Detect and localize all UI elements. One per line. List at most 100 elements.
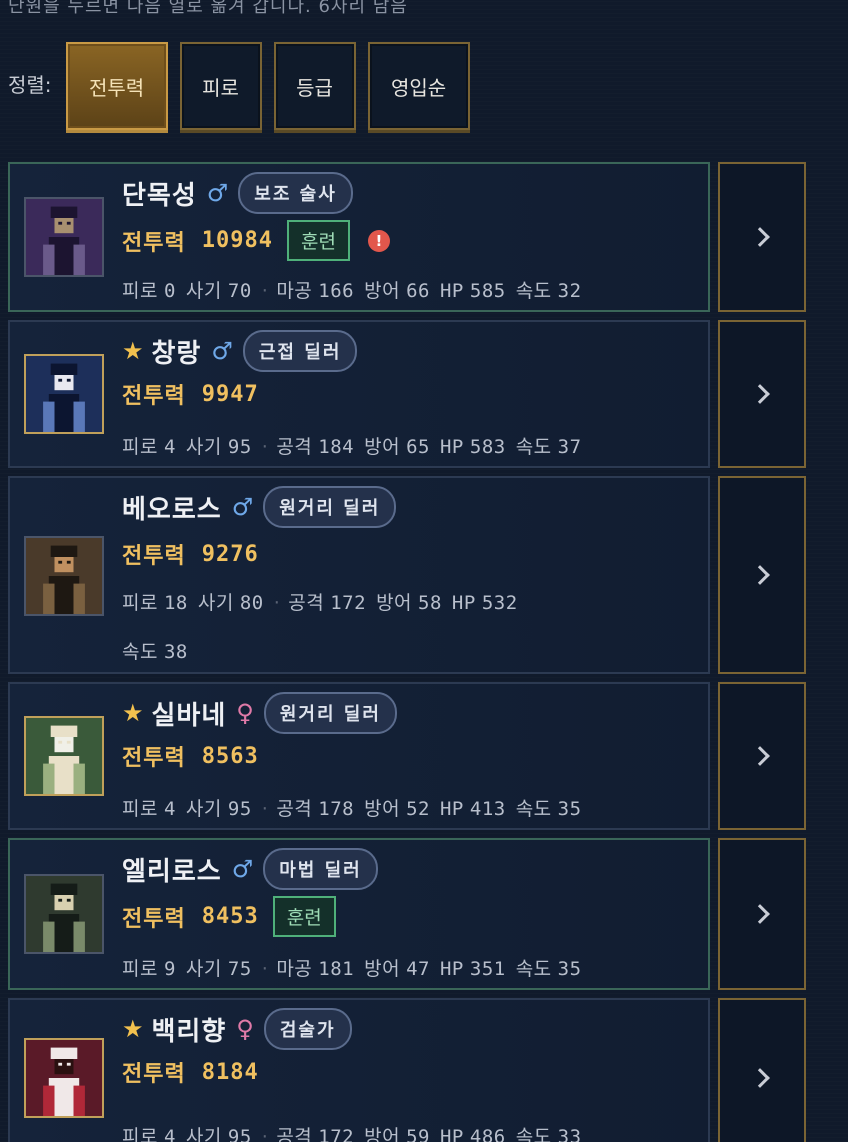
unit-card-changrang[interactable]: ★ 창랑 ♂ 근접 딜러 전투력 9947 피로 4 사기 95 · 공격 184 방어 65 H… bbox=[8, 320, 710, 468]
star-icon: ★ bbox=[122, 337, 144, 365]
power-label: 전투력 bbox=[122, 906, 186, 932]
unit-portrait bbox=[24, 1038, 104, 1118]
separator-dot: · bbox=[261, 958, 269, 980]
speed-value: 38 bbox=[163, 641, 188, 663]
morale-label: 사기 bbox=[185, 1126, 222, 1142]
hp-value: 583 bbox=[469, 436, 506, 458]
role-badge: 원거리 딜러 bbox=[263, 486, 397, 528]
unit-portrait bbox=[24, 354, 104, 434]
attack-label: 공격 bbox=[276, 436, 313, 458]
speed-label: 속도 bbox=[515, 958, 552, 980]
speed-value: 32 bbox=[557, 280, 582, 302]
speed-value: 33 bbox=[557, 1126, 582, 1142]
chevron-right-icon bbox=[750, 1068, 770, 1088]
gender-icon: ♂ bbox=[206, 179, 229, 207]
training-badge: 훈련 bbox=[272, 896, 336, 937]
unit-portrait bbox=[24, 716, 104, 796]
power-label: 전투력 bbox=[122, 746, 186, 771]
sort-button-recruit-order[interactable]: 영입순 bbox=[367, 42, 470, 130]
morale-value: 95 bbox=[227, 1126, 252, 1142]
speed-value: 35 bbox=[557, 958, 582, 980]
unit-card-baekrihyang[interactable]: ★ 백리향 ♀ 검술가 전투력 8184 피로 4 사기 95 · 공격 172 방어 59 HP… bbox=[8, 998, 710, 1142]
power-value: 8453 bbox=[201, 904, 259, 929]
fatigue-label: 피로 bbox=[122, 436, 158, 458]
move-unit-button-eliros[interactable] bbox=[718, 838, 806, 990]
separator-dot: · bbox=[261, 1126, 269, 1142]
hp-value: 486 bbox=[469, 1126, 506, 1142]
gender-icon: ♂ bbox=[231, 493, 254, 521]
power-value: 9947 bbox=[201, 381, 259, 407]
unit-portrait bbox=[24, 197, 104, 277]
unit-name-row: 베오로스 ♂ 원거리 딜러 bbox=[122, 486, 397, 528]
role-badge: 근접 딜러 bbox=[242, 330, 358, 372]
hint-text: 단원을 누르면 다음 열로 옮겨 갑니다. 6자리 남음 bbox=[8, 0, 408, 17]
separator-dot: · bbox=[261, 280, 269, 302]
sort-button-power[interactable]: 전투력 bbox=[65, 42, 168, 130]
unit-stats: 피로 0 사기 70 · 마공 166 방어 66 HP 585 속도 32 bbox=[122, 276, 592, 303]
fatigue-value: 4 bbox=[163, 798, 176, 820]
morale-value: 75 bbox=[227, 958, 252, 980]
move-unit-button-baekrihyang[interactable] bbox=[718, 998, 806, 1142]
hp-label: HP bbox=[451, 592, 476, 614]
unit-stats: 피로 4 사기 95 · 공격 178 방어 52 HP 413 속도 35 bbox=[122, 794, 592, 821]
fatigue-label: 피로 bbox=[122, 798, 158, 820]
defense-label: 방어 bbox=[364, 1126, 401, 1142]
attack-label: 마공 bbox=[276, 958, 313, 980]
fatigue-value: 9 bbox=[163, 958, 176, 980]
defense-value: 59 bbox=[406, 1126, 430, 1142]
unit-name: 단목성 bbox=[122, 180, 197, 211]
morale-label: 사기 bbox=[185, 798, 222, 820]
power-row: 전투력 8184 bbox=[122, 1056, 259, 1088]
unit-name: 창랑 bbox=[151, 338, 202, 369]
fatigue-label: 피로 bbox=[122, 958, 158, 980]
unit-card-danmokseong[interactable]: 단목성 ♂ 보조 술사 전투력 10984 훈련 ! 피로 0 사기 70 · 마공 166… bbox=[8, 162, 710, 312]
hp-label: HP bbox=[439, 436, 464, 458]
unit-name-row: ★ 백리향 ♀ 검술가 bbox=[122, 1008, 352, 1050]
hp-value: 585 bbox=[469, 280, 506, 302]
sort-label: 정렬: bbox=[8, 72, 52, 97]
unit-stats: 피로 18 사기 80 · 공격 172 방어 58 HP 532 속도 38 bbox=[122, 588, 528, 664]
defense-label: 방어 bbox=[376, 592, 413, 614]
unit-stats: 피로 4 사기 95 · 공격 172 방어 59 HP 486 속도 33 bbox=[122, 1122, 592, 1142]
unit-name-row: 엘리로스 ♂ 마법 딜러 bbox=[122, 848, 378, 890]
gender-icon: ♀ bbox=[236, 699, 254, 727]
star-icon: ★ bbox=[122, 699, 144, 727]
fatigue-value: 18 bbox=[163, 592, 188, 614]
defense-value: 66 bbox=[406, 280, 430, 302]
attack-label: 공격 bbox=[288, 592, 325, 614]
unit-name: 백리향 bbox=[151, 1016, 227, 1047]
move-unit-button-changrang[interactable] bbox=[718, 320, 806, 468]
chevron-right-icon bbox=[750, 384, 770, 404]
role-badge: 검술가 bbox=[263, 1008, 352, 1050]
unit-card-silbane[interactable]: ★ 실바네 ♀ 원거리 딜러 전투력 8563 피로 4 사기 95 · 공격 178 방어 5… bbox=[8, 682, 710, 830]
attack-label: 공격 bbox=[276, 1126, 313, 1142]
power-value: 10984 bbox=[201, 228, 273, 253]
defense-value: 65 bbox=[406, 436, 430, 458]
speed-label: 속도 bbox=[515, 798, 552, 820]
training-badge: 훈련 bbox=[286, 220, 350, 261]
unit-name-row: 단목성 ♂ 보조 술사 bbox=[122, 172, 353, 214]
defense-label: 방어 bbox=[364, 798, 401, 820]
attack-value: 181 bbox=[318, 958, 355, 980]
move-unit-button-silbane[interactable] bbox=[718, 682, 806, 830]
warning-icon[interactable]: ! bbox=[367, 229, 390, 252]
sort-button-grade[interactable]: 등급 bbox=[273, 42, 356, 130]
gender-icon: ♂ bbox=[231, 855, 254, 883]
speed-value: 37 bbox=[557, 436, 582, 458]
separator-dot: · bbox=[273, 592, 281, 614]
speed-label: 속도 bbox=[122, 641, 158, 663]
unit-card-eliros[interactable]: 엘리로스 ♂ 마법 딜러 전투력 8453 훈련 피로 9 사기 75 · 마공 181 방어… bbox=[8, 838, 710, 990]
role-badge: 마법 딜러 bbox=[263, 848, 378, 890]
morale-value: 80 bbox=[239, 592, 264, 614]
move-unit-button-danmokseong[interactable] bbox=[718, 162, 806, 312]
move-unit-button-beoros[interactable] bbox=[718, 476, 806, 674]
power-row: 전투력 10984 훈련 ! bbox=[122, 220, 390, 261]
morale-label: 사기 bbox=[185, 436, 222, 458]
sort-button-fatigue[interactable]: 피로 bbox=[179, 42, 262, 130]
attack-value: 172 bbox=[330, 592, 367, 614]
speed-label: 속도 bbox=[515, 280, 552, 302]
unit-card-beoros[interactable]: 베오로스 ♂ 원거리 딜러 전투력 9276 피로 18 사기 80 · 공격 172 방어 5… bbox=[8, 476, 710, 674]
chevron-right-icon bbox=[750, 904, 770, 924]
morale-value: 70 bbox=[227, 280, 252, 302]
separator-dot: · bbox=[261, 436, 269, 458]
